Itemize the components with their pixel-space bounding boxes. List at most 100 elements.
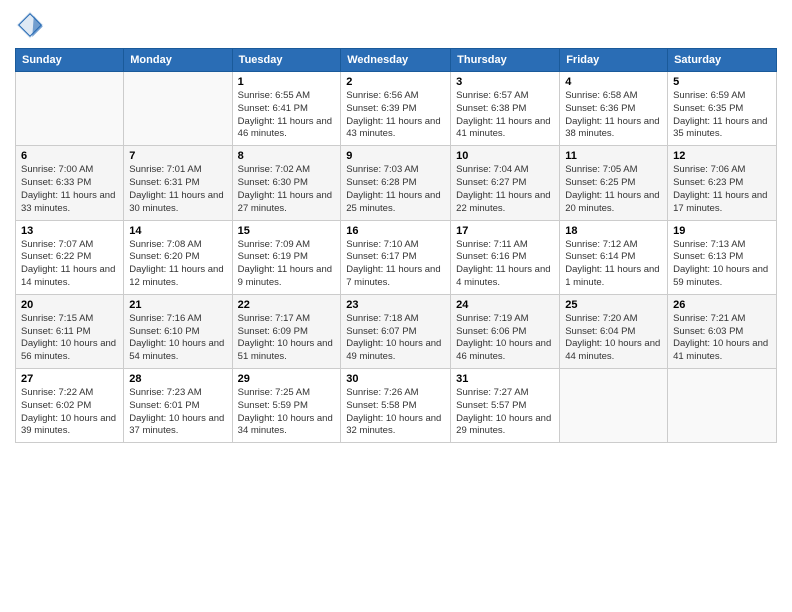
calendar-cell: 10Sunrise: 7:04 AM Sunset: 6:27 PM Dayli… <box>451 146 560 220</box>
day-info: Sunrise: 7:10 AM Sunset: 6:17 PM Dayligh… <box>346 239 445 290</box>
day-number: 29 <box>238 373 336 385</box>
day-info: Sunrise: 7:19 AM Sunset: 6:06 PM Dayligh… <box>456 313 554 364</box>
weekday-wednesday: Wednesday <box>341 49 451 72</box>
day-number: 13 <box>21 225 118 237</box>
day-number: 23 <box>346 299 445 311</box>
calendar-cell: 9 Sunrise: 7:03 AM Sunset: 6:28 PM Daylig… <box>341 146 451 220</box>
day-number: 9 <box>346 150 445 162</box>
day-number: 28 <box>129 373 226 385</box>
calendar-cell: 14Sunrise: 7:08 AM Sunset: 6:20 PM Dayli… <box>124 220 232 294</box>
day-number: 15 <box>238 225 336 237</box>
calendar-table: SundayMondayTuesdayWednesdayThursdayFrid… <box>15 48 777 443</box>
calendar-cell: 25 Sunrise: 7:20 AM Sunset: 6:04 PM Dayli… <box>560 294 668 368</box>
day-info: Sunrise: 7:16 AM Sunset: 6:10 PM Dayligh… <box>129 313 226 364</box>
calendar-cell <box>124 72 232 146</box>
day-info: Sunrise: 6:55 AM Sunset: 6:41 PM Dayligh… <box>238 90 336 141</box>
day-info: Sunrise: 7:05 AM Sunset: 6:25 PM Dayligh… <box>565 164 662 215</box>
calendar-week-4: 20 Sunrise: 7:15 AM Sunset: 6:11 PM Dayli… <box>16 294 777 368</box>
calendar-cell: 15 Sunrise: 7:09 AM Sunset: 6:19 PM Dayli… <box>232 220 341 294</box>
calendar-cell: 17 Sunrise: 7:11 AM Sunset: 6:16 PM Dayli… <box>451 220 560 294</box>
calendar-cell: 12 Sunrise: 7:06 AM Sunset: 6:23 PM Dayli… <box>668 146 777 220</box>
day-info: Sunrise: 7:02 AM Sunset: 6:30 PM Dayligh… <box>238 164 336 215</box>
day-info: Sunrise: 7:17 AM Sunset: 6:09 PM Dayligh… <box>238 313 336 364</box>
day-info: Sunrise: 7:15 AM Sunset: 6:11 PM Dayligh… <box>21 313 118 364</box>
day-info: Sunrise: 7:09 AM Sunset: 6:19 PM Dayligh… <box>238 239 336 290</box>
calendar-week-3: 13Sunrise: 7:07 AM Sunset: 6:22 PM Dayli… <box>16 220 777 294</box>
weekday-tuesday: Tuesday <box>232 49 341 72</box>
day-info: Sunrise: 6:57 AM Sunset: 6:38 PM Dayligh… <box>456 90 554 141</box>
day-number: 17 <box>456 225 554 237</box>
calendar-cell: 21 Sunrise: 7:16 AM Sunset: 6:10 PM Dayli… <box>124 294 232 368</box>
weekday-sunday: Sunday <box>16 49 124 72</box>
day-info: Sunrise: 6:56 AM Sunset: 6:39 PM Dayligh… <box>346 90 445 141</box>
day-info: Sunrise: 7:01 AM Sunset: 6:31 PM Dayligh… <box>129 164 226 215</box>
calendar-cell: 7Sunrise: 7:01 AM Sunset: 6:31 PM Daylig… <box>124 146 232 220</box>
day-number: 3 <box>456 76 554 88</box>
calendar-cell: 3 Sunrise: 6:57 AM Sunset: 6:38 PM Daylig… <box>451 72 560 146</box>
weekday-saturday: Saturday <box>668 49 777 72</box>
day-info: Sunrise: 7:18 AM Sunset: 6:07 PM Dayligh… <box>346 313 445 364</box>
day-number: 11 <box>565 150 662 162</box>
day-number: 14 <box>129 225 226 237</box>
calendar-cell: 28Sunrise: 7:23 AM Sunset: 6:01 PM Dayli… <box>124 369 232 443</box>
day-info: Sunrise: 7:11 AM Sunset: 6:16 PM Dayligh… <box>456 239 554 290</box>
calendar-cell: 20 Sunrise: 7:15 AM Sunset: 6:11 PM Dayli… <box>16 294 124 368</box>
day-number: 6 <box>21 150 118 162</box>
calendar-cell <box>16 72 124 146</box>
day-info: Sunrise: 6:58 AM Sunset: 6:36 PM Dayligh… <box>565 90 662 141</box>
day-number: 24 <box>456 299 554 311</box>
day-number: 27 <box>21 373 118 385</box>
calendar-cell: 5Sunrise: 6:59 AM Sunset: 6:35 PM Daylig… <box>668 72 777 146</box>
page-header <box>15 10 777 40</box>
calendar-week-5: 27 Sunrise: 7:22 AM Sunset: 6:02 PM Dayli… <box>16 369 777 443</box>
calendar-cell: 2Sunrise: 6:56 AM Sunset: 6:39 PM Daylig… <box>341 72 451 146</box>
day-info: Sunrise: 7:06 AM Sunset: 6:23 PM Dayligh… <box>673 164 771 215</box>
weekday-header-row: SundayMondayTuesdayWednesdayThursdayFrid… <box>16 49 777 72</box>
calendar-cell: 13Sunrise: 7:07 AM Sunset: 6:22 PM Dayli… <box>16 220 124 294</box>
calendar-cell <box>560 369 668 443</box>
calendar-cell: 18Sunrise: 7:12 AM Sunset: 6:14 PM Dayli… <box>560 220 668 294</box>
logo-icon <box>15 10 45 40</box>
day-info: Sunrise: 7:26 AM Sunset: 5:58 PM Dayligh… <box>346 387 445 438</box>
calendar-cell: 29 Sunrise: 7:25 AM Sunset: 5:59 PM Dayli… <box>232 369 341 443</box>
day-info: Sunrise: 7:27 AM Sunset: 5:57 PM Dayligh… <box>456 387 554 438</box>
day-number: 19 <box>673 225 771 237</box>
day-info: Sunrise: 7:13 AM Sunset: 6:13 PM Dayligh… <box>673 239 771 290</box>
calendar-cell: 11 Sunrise: 7:05 AM Sunset: 6:25 PM Dayli… <box>560 146 668 220</box>
day-number: 12 <box>673 150 771 162</box>
day-info: Sunrise: 7:00 AM Sunset: 6:33 PM Dayligh… <box>21 164 118 215</box>
calendar-cell: 27 Sunrise: 7:22 AM Sunset: 6:02 PM Dayli… <box>16 369 124 443</box>
day-number: 1 <box>238 76 336 88</box>
calendar-week-2: 6 Sunrise: 7:00 AM Sunset: 6:33 PM Daylig… <box>16 146 777 220</box>
weekday-thursday: Thursday <box>451 49 560 72</box>
weekday-monday: Monday <box>124 49 232 72</box>
weekday-friday: Friday <box>560 49 668 72</box>
day-number: 26 <box>673 299 771 311</box>
calendar-cell: 31 Sunrise: 7:27 AM Sunset: 5:57 PM Dayli… <box>451 369 560 443</box>
calendar-cell: 23 Sunrise: 7:18 AM Sunset: 6:07 PM Dayli… <box>341 294 451 368</box>
calendar-cell <box>668 369 777 443</box>
calendar-cell: 4Sunrise: 6:58 AM Sunset: 6:36 PM Daylig… <box>560 72 668 146</box>
day-number: 22 <box>238 299 336 311</box>
calendar-week-1: 1 Sunrise: 6:55 AM Sunset: 6:41 PM Daylig… <box>16 72 777 146</box>
day-info: Sunrise: 7:25 AM Sunset: 5:59 PM Dayligh… <box>238 387 336 438</box>
calendar-cell: 8 Sunrise: 7:02 AM Sunset: 6:30 PM Daylig… <box>232 146 341 220</box>
day-number: 30 <box>346 373 445 385</box>
day-number: 20 <box>21 299 118 311</box>
day-number: 25 <box>565 299 662 311</box>
day-info: Sunrise: 7:20 AM Sunset: 6:04 PM Dayligh… <box>565 313 662 364</box>
calendar-cell: 19 Sunrise: 7:13 AM Sunset: 6:13 PM Dayli… <box>668 220 777 294</box>
day-info: Sunrise: 7:12 AM Sunset: 6:14 PM Dayligh… <box>565 239 662 290</box>
calendar-cell: 22 Sunrise: 7:17 AM Sunset: 6:09 PM Dayli… <box>232 294 341 368</box>
day-number: 31 <box>456 373 554 385</box>
day-info: Sunrise: 7:22 AM Sunset: 6:02 PM Dayligh… <box>21 387 118 438</box>
calendar-cell: 30 Sunrise: 7:26 AM Sunset: 5:58 PM Dayli… <box>341 369 451 443</box>
day-info: Sunrise: 7:04 AM Sunset: 6:27 PM Dayligh… <box>456 164 554 215</box>
day-number: 8 <box>238 150 336 162</box>
calendar-cell: 1 Sunrise: 6:55 AM Sunset: 6:41 PM Daylig… <box>232 72 341 146</box>
day-number: 5 <box>673 76 771 88</box>
day-info: Sunrise: 7:21 AM Sunset: 6:03 PM Dayligh… <box>673 313 771 364</box>
day-number: 21 <box>129 299 226 311</box>
day-info: Sunrise: 7:03 AM Sunset: 6:28 PM Dayligh… <box>346 164 445 215</box>
calendar-cell: 24 Sunrise: 7:19 AM Sunset: 6:06 PM Dayli… <box>451 294 560 368</box>
